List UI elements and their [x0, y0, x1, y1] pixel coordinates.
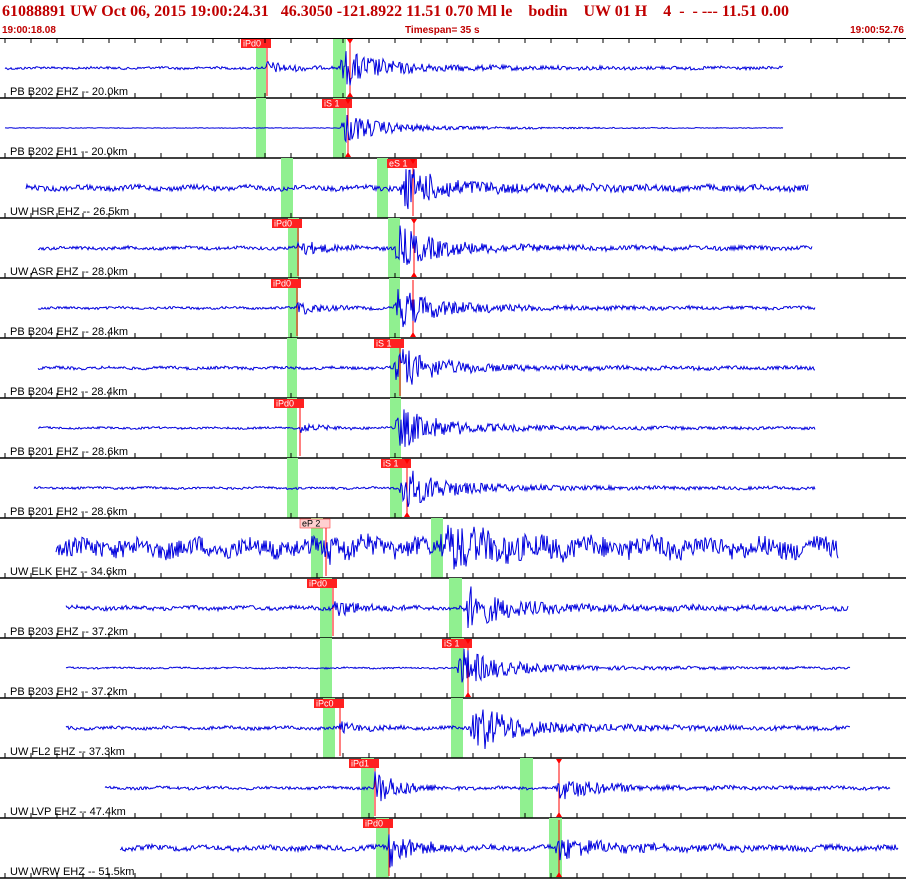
pick-label: iPd0 [273, 279, 291, 289]
station-label: PB B203 EH2 -- 37.2km [10, 686, 127, 698]
channel-row[interactable]: iPd0 PB B202 EHZ -- 20.0km [0, 38, 906, 99]
pick-label: iPd0 [274, 219, 292, 229]
waveform-trace [4, 51, 784, 86]
pick-label: eS 1 [389, 159, 408, 169]
waveform-trace [104, 771, 891, 802]
station-label: PB B203 EHZ -- 37.2km [10, 626, 128, 638]
arrival-marker-bottom [404, 512, 410, 517]
station-label: PB B201 EH2 -- 28.6km [10, 506, 127, 518]
time-bar: 19:00:18.08 Timespan= 35 s 19:00:52.76 [0, 24, 906, 38]
station-label: PB B202 EH1 -- 20.0km [10, 146, 127, 158]
timespan: Timespan= 35 s [405, 25, 480, 36]
pick-label: iPd0 [365, 819, 383, 829]
pick-label: iPc0 [316, 699, 334, 709]
station-label: UW FL2 EHZ -- 37.3km [10, 746, 125, 758]
pick-label: iS 1 [383, 459, 399, 469]
channel-row[interactable]: iS 1 PB B201 EH2 -- 28.6km [0, 458, 906, 519]
waveform-trace [33, 470, 816, 507]
event-title: 61088891 UW Oct 06, 2015 19:00:24.31 46.… [2, 3, 789, 20]
waveform-trace [55, 524, 839, 570]
channel-row[interactable]: eS 1 UW HSR EHZ -- 26.5km [0, 158, 906, 219]
channel-row[interactable]: iS 1 PB B202 EH1 -- 20.0km [0, 98, 906, 159]
station-label: UW LVP EHZ -- 47.4km [10, 806, 126, 818]
channel-row[interactable]: iPd0 UW ASR EHZ -- 28.0km [0, 218, 906, 279]
station-label: PB B204 EH2 -- 28.4km [10, 386, 127, 398]
pick-label: eP 2 [302, 519, 320, 529]
waveform-trace [37, 289, 816, 328]
pick-label: iPd0 [276, 399, 294, 409]
theoretical-arrival-window [389, 278, 400, 338]
seismogram-panel[interactable]: iPd0 PB B202 EHZ -- 20.0km iS 1 PB B202 EH1… [0, 38, 906, 880]
station-label: UW WRW EHZ -- 51.5km [10, 866, 134, 878]
pick-label: iPd1 [351, 759, 369, 769]
waveform-trace [119, 834, 899, 868]
station-label: UW HSR EHZ -- 26.5km [10, 206, 129, 218]
start-time: 19:00:18.08 [2, 25, 56, 36]
channel-row[interactable]: iPd0 PB B203 EHZ -- 37.2km [0, 578, 906, 639]
pick-marker[interactable]: iPd0 [272, 219, 302, 277]
channel-row[interactable]: iS 1 PB B204 EH2 -- 28.4km [0, 338, 906, 399]
waveform-trace [37, 349, 816, 385]
station-label: PB B201 EHZ -- 28.6km [10, 446, 128, 458]
station-label: UW ASR EHZ -- 28.0km [10, 266, 128, 278]
waveform-trace [38, 409, 816, 447]
channel-row[interactable]: iPd0 PB B201 EHZ -- 28.6km [0, 398, 906, 459]
pick-label: iS 1 [444, 639, 460, 649]
channel-row[interactable]: iPd0 UW WRW EHZ -- 51.5km [0, 818, 906, 879]
station-label: PB B204 EHZ -- 28.4km [10, 326, 128, 338]
pick-label: iPd0 [309, 579, 327, 589]
arrival-marker-bottom [465, 692, 471, 697]
waveform-trace [4, 114, 784, 144]
pick-label: iS 1 [324, 99, 340, 109]
waveform-trace [25, 169, 809, 210]
channel-row[interactable]: eP 2UW ELK EHZ -- 34.6km [0, 518, 906, 579]
waveform-trace [37, 225, 813, 265]
channel-row[interactable]: iPc0 UW FL2 EHZ -- 37.3km [0, 698, 906, 759]
pick-label: iPd0 [243, 39, 261, 49]
channel-row[interactable]: iPd1 UW LVP EHZ -- 47.4km [0, 758, 906, 819]
end-time: 19:00:52.76 [850, 25, 904, 36]
station-label: PB B202 EHZ -- 20.0km [10, 86, 128, 98]
pick-label: iS 1 [376, 339, 392, 349]
channel-row[interactable]: iPd0 PB B204 EHZ -- 28.4km [0, 278, 906, 339]
channel-row[interactable]: iS 1 PB B203 EH2 -- 37.2km [0, 638, 906, 699]
